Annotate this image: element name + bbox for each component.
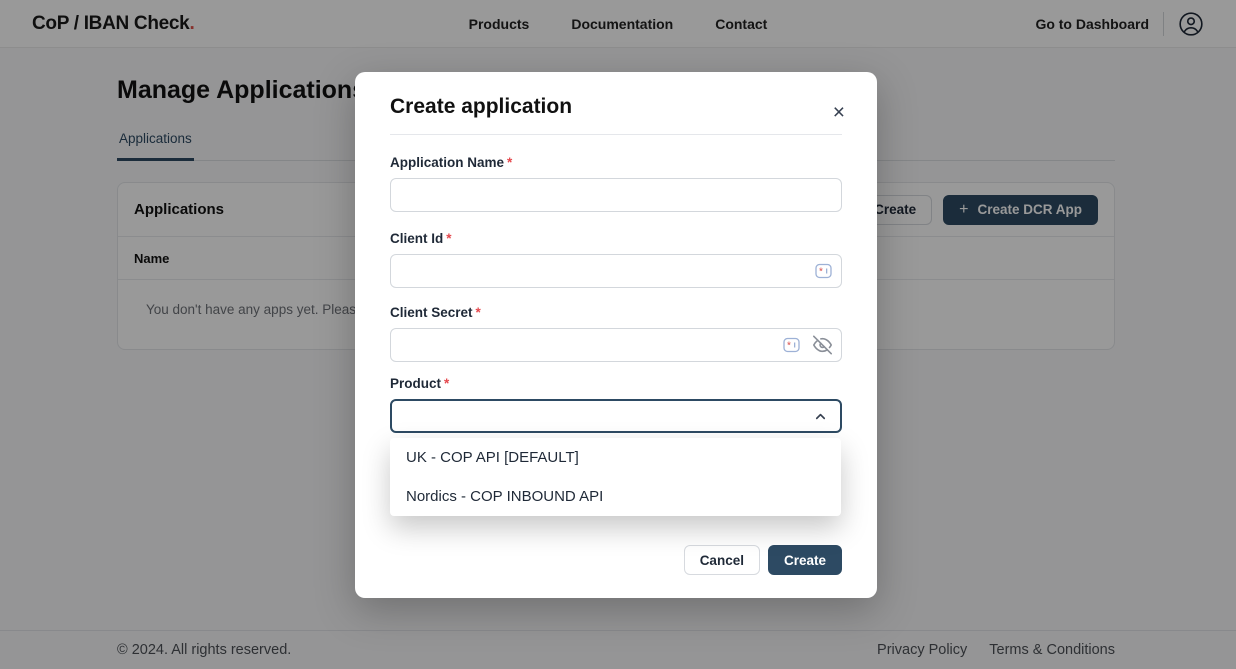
application-name-input-wrap xyxy=(390,178,842,212)
autofill-badge-icon[interactable]: * xyxy=(783,338,800,353)
required-asterisk: * xyxy=(507,155,512,170)
client-id-field: Client Id* * xyxy=(390,231,842,288)
client-secret-field: Client Secret* * xyxy=(390,305,842,362)
product-option-nordics-cop-inbound-api[interactable]: Nordics - COP INBOUND API xyxy=(390,477,841,516)
client-id-input-wrap: * xyxy=(390,254,842,288)
autofill-badge-icon[interactable]: * xyxy=(815,264,832,279)
client-id-input[interactable] xyxy=(390,254,842,288)
product-option-uk-cop-api[interactable]: UK - COP API [DEFAULT] xyxy=(390,438,841,477)
product-label: Product* xyxy=(390,376,842,391)
modal-actions: Cancel Create xyxy=(684,545,842,575)
svg-text:*: * xyxy=(819,267,823,278)
client-secret-input-wrap: * xyxy=(390,328,842,362)
modal-title: Create application xyxy=(390,72,842,119)
modal-divider xyxy=(390,134,842,135)
toggle-secret-visibility-eye-off-icon[interactable] xyxy=(813,336,832,355)
product-select[interactable] xyxy=(390,399,842,433)
client-secret-input-icons: * xyxy=(783,336,832,355)
close-icon[interactable]: × xyxy=(829,98,849,127)
required-asterisk: * xyxy=(476,305,481,320)
client-secret-label-text: Client Secret xyxy=(390,305,473,320)
create-application-modal: Create application × Application Name* C… xyxy=(355,72,877,598)
application-name-label-text: Application Name xyxy=(390,155,504,170)
cancel-button[interactable]: Cancel xyxy=(684,545,760,575)
chevron-up-icon xyxy=(813,409,828,424)
client-secret-label: Client Secret* xyxy=(390,305,842,320)
product-label-text: Product xyxy=(390,376,441,391)
client-id-label-text: Client Id xyxy=(390,231,443,246)
client-id-input-icons: * xyxy=(815,264,832,279)
application-name-label: Application Name* xyxy=(390,155,842,170)
client-id-label: Client Id* xyxy=(390,231,842,246)
product-options-dropdown: UK - COP API [DEFAULT] Nordics - COP INB… xyxy=(390,438,841,516)
required-asterisk: * xyxy=(446,231,451,246)
client-secret-input[interactable] xyxy=(390,328,842,362)
application-name-field: Application Name* xyxy=(390,155,842,212)
product-field: Product* UK - COP API [DEFAULT] Nordics … xyxy=(390,376,842,433)
product-select-wrap: UK - COP API [DEFAULT] Nordics - COP INB… xyxy=(390,399,842,433)
application-name-input[interactable] xyxy=(390,178,842,212)
required-asterisk: * xyxy=(444,376,449,391)
svg-text:*: * xyxy=(787,341,791,352)
modal-create-button[interactable]: Create xyxy=(768,545,842,575)
